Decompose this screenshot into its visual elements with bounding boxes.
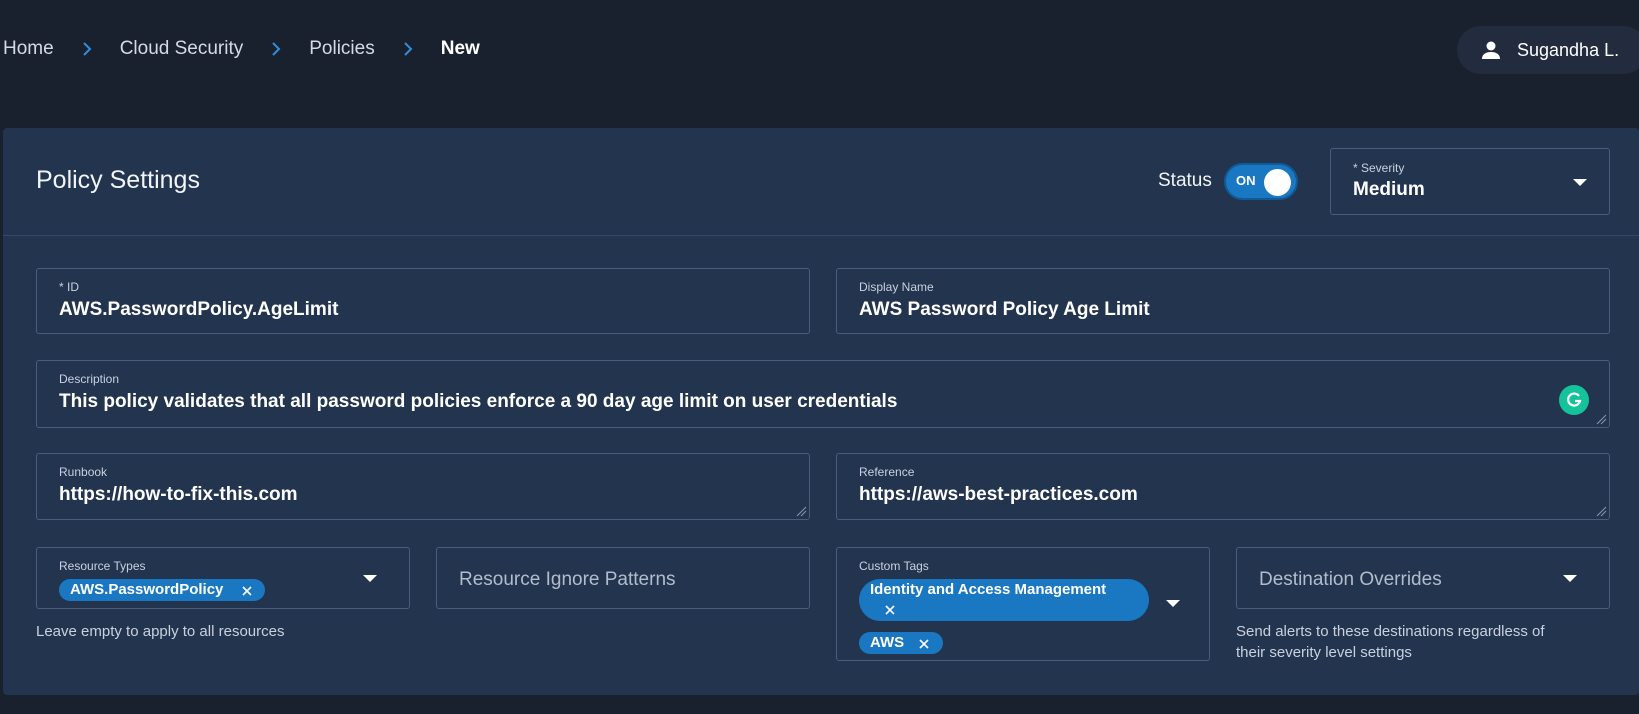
display-name-value: AWS Password Policy Age Limit [859, 299, 1150, 320]
panel-title: Policy Settings [36, 166, 200, 194]
chevron-right-icon [263, 36, 289, 62]
display-name-field[interactable]: Display Name AWS Password Policy Age Lim… [836, 268, 1610, 334]
resource-ignore-placeholder: Resource Ignore Patterns [459, 569, 676, 590]
destination-overrides-placeholder: Destination Overrides [1259, 569, 1442, 590]
chevron-down-icon [1563, 575, 1577, 582]
display-name-label: Display Name [859, 280, 934, 294]
id-field[interactable]: * ID AWS.PasswordPolicy.AgeLimit [36, 268, 810, 334]
chevron-down-icon [1573, 179, 1587, 186]
chevron-right-icon [74, 36, 100, 62]
breadcrumb-current: New [440, 38, 480, 59]
close-icon[interactable] [884, 604, 896, 616]
id-label: * ID [59, 280, 80, 294]
chip-label: Identity and Access Management [870, 581, 1107, 598]
close-icon[interactable] [918, 638, 930, 650]
breadcrumb-home[interactable]: Home [3, 38, 54, 60]
description-label: Description [59, 372, 120, 386]
panel-header: Policy Settings Status ON * Severity Med… [3, 128, 1639, 236]
severity-select[interactable]: * Severity Medium [1330, 148, 1610, 215]
status-toggle-text: ON [1236, 173, 1256, 188]
resize-handle-icon[interactable] [1596, 414, 1607, 425]
description-field[interactable]: Description This policy validates that a… [36, 360, 1610, 428]
severity-label: * Severity [1353, 161, 1405, 175]
runbook-field[interactable]: Runbook https://how-to-fix-this.com [36, 453, 810, 520]
resize-handle-icon[interactable] [796, 506, 807, 517]
chevron-down-icon [1166, 600, 1180, 607]
status-label: Status [1158, 170, 1212, 191]
status-toggle[interactable]: ON [1224, 163, 1298, 200]
helper-line: Send alerts to these destinations regard… [1236, 623, 1545, 640]
user-menu-button[interactable]: Sugandha L. [1457, 26, 1639, 74]
resize-handle-icon[interactable] [1596, 506, 1607, 517]
runbook-label: Runbook [59, 465, 108, 479]
chip-label: AWS.PasswordPolicy [70, 581, 224, 598]
resource-ignore-patterns-input[interactable]: Resource Ignore Patterns [436, 547, 810, 609]
custom-tags-select[interactable]: Custom Tags Identity and Access Manageme… [836, 547, 1210, 661]
severity-value: Medium [1353, 179, 1425, 200]
reference-field[interactable]: Reference https://aws-best-practices.com [836, 453, 1610, 520]
chevron-right-icon [395, 36, 421, 62]
grammarly-icon[interactable] [1559, 385, 1589, 415]
runbook-value: https://how-to-fix-this.com [59, 484, 298, 505]
breadcrumb-policies[interactable]: Policies [309, 38, 374, 60]
toggle-knob [1264, 169, 1291, 196]
user-name: Sugandha L. [1517, 39, 1620, 60]
policy-settings-panel: Policy Settings Status ON * Severity Med… [3, 128, 1639, 695]
close-icon[interactable] [241, 585, 253, 597]
resource-types-helper: Leave empty to apply to all resources [36, 623, 285, 640]
chip-label: AWS [870, 634, 905, 651]
custom-tag-chip[interactable]: AWS [859, 632, 943, 654]
destination-overrides-helper: Send alerts to these destinations regard… [1236, 621, 1545, 663]
resource-types-label: Resource Types [59, 559, 146, 573]
description-value: This policy validates that all password … [59, 391, 898, 412]
destination-overrides-select[interactable]: Destination Overrides [1236, 547, 1610, 609]
custom-tag-chip[interactable]: Identity and Access Management [859, 579, 1149, 621]
resource-type-chip[interactable]: AWS.PasswordPolicy [59, 579, 265, 601]
person-icon [1479, 38, 1503, 62]
reference-value: https://aws-best-practices.com [859, 484, 1138, 505]
id-value: AWS.PasswordPolicy.AgeLimit [59, 299, 339, 320]
helper-line: their severity level settings [1236, 644, 1412, 661]
resource-types-select[interactable]: Resource Types AWS.PasswordPolicy [36, 547, 410, 609]
breadcrumb: Home Cloud Security Policies New [3, 36, 480, 62]
breadcrumb-cloud-security[interactable]: Cloud Security [120, 38, 244, 60]
chevron-down-icon [363, 575, 377, 582]
custom-tags-label: Custom Tags [859, 559, 929, 573]
reference-label: Reference [859, 465, 915, 479]
